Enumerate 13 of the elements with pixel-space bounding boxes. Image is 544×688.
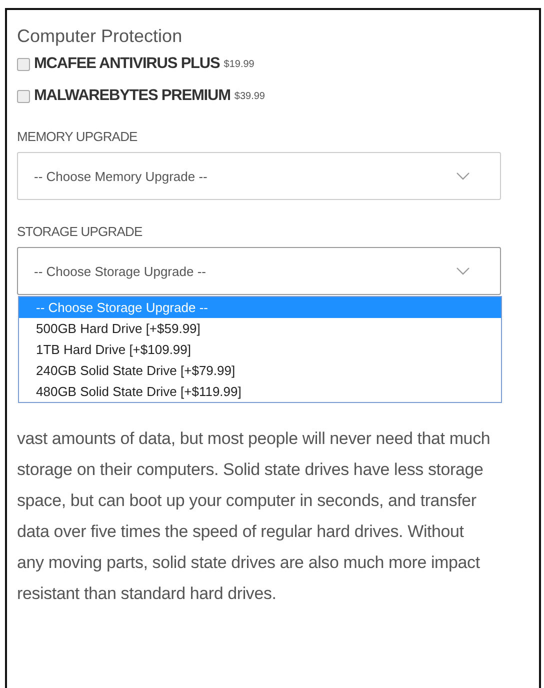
checkbox[interactable] [17, 90, 30, 102]
option-label: MALWAREBYTES PREMIUM [34, 87, 230, 105]
option-price: $19.99 [224, 58, 254, 70]
memory-select[interactable]: -- Choose Memory Upgrade -- [17, 152, 501, 200]
description-text: vast amounts of data, but most people will never need that much storage on their computers. Solid state drives have less storage space, but can boot up your computer in seconds, and transfer data over five times the speed of regular hard drives. Without any moving parts, solid state drives are also much more impact resistant than standard hard drives. [17, 428, 492, 605]
option-price: $39.99 [234, 90, 265, 102]
option-label: MCAFEE ANTIVIRUS PLUS [34, 55, 220, 73]
section-title: Computer Protection [17, 26, 184, 47]
checkbox[interactable] [17, 58, 30, 70]
field-label: STORAGE UPGRADE [17, 224, 144, 239]
field-label: MEMORY UPGRADE [17, 129, 138, 144]
chevron-down-icon [456, 172, 470, 180]
chevron-down-icon [456, 267, 470, 275]
